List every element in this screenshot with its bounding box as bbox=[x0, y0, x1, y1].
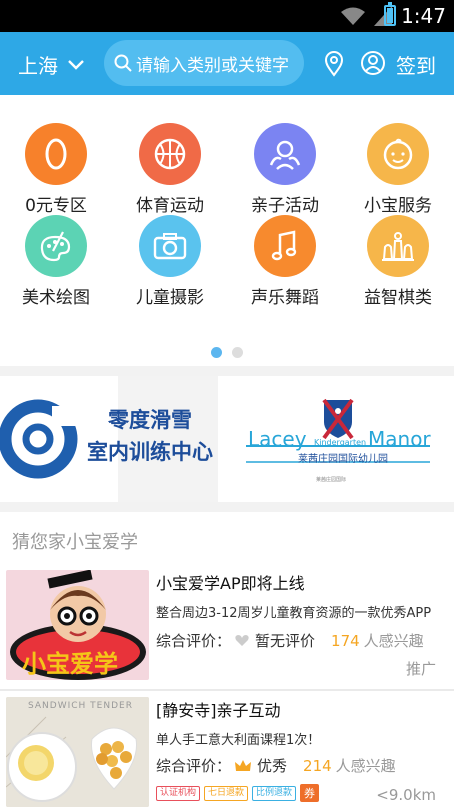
category-label: 美术绘图 bbox=[22, 288, 90, 308]
thumb-caption: SANDWICH TENDER bbox=[28, 701, 133, 711]
city-selector[interactable]: 上海 bbox=[18, 50, 84, 79]
banner-sub: 莱茜庄园国际幼儿园 bbox=[298, 454, 388, 465]
palette-icon bbox=[25, 215, 87, 277]
badge-row: 认证机构 七日退款 比例退款 券 bbox=[156, 784, 320, 802]
list-item[interactable]: 小宝爱学 小宝爱学AP即将上线 整合周边3-12周岁儿童教育资源的一款优秀APP… bbox=[0, 560, 454, 688]
basketball-icon bbox=[139, 123, 201, 185]
coupon-badge: 券 bbox=[300, 784, 320, 802]
rating-label: 综合评价： bbox=[156, 757, 232, 775]
category-label: 0元专区 bbox=[25, 196, 87, 216]
family-icon bbox=[254, 123, 316, 185]
location-pin-icon[interactable] bbox=[324, 51, 344, 77]
section-title: 猜您家小宝爱学 bbox=[12, 532, 138, 553]
interest-text: 人感兴趣 bbox=[363, 632, 424, 650]
battery-icon bbox=[384, 2, 396, 26]
category-label: 声乐舞蹈 bbox=[251, 288, 319, 308]
category-label: 小宝服务 bbox=[364, 196, 432, 216]
chess-icon bbox=[367, 215, 429, 277]
promo-banner[interactable]: 零度滑雪 室内训练中心 Lacey Kindergarten Manor 莱茜庄… bbox=[0, 376, 454, 502]
banner-brand-left: Lacey bbox=[248, 427, 307, 451]
category-label: 益智棋类 bbox=[364, 288, 432, 308]
item-rating: 综合评价： 优秀 214 人感兴趣 bbox=[156, 755, 396, 776]
item-desc: 整合周边3-12周岁儿童教育资源的一款优秀APP bbox=[156, 606, 432, 621]
item-thumbnail: 小宝爱学 bbox=[6, 570, 149, 680]
zero-icon bbox=[25, 123, 87, 185]
category-family[interactable]: 亲子活动 bbox=[235, 123, 335, 216]
page-dot[interactable] bbox=[232, 347, 243, 358]
ad-tag: 推广 bbox=[405, 660, 436, 678]
signin-button[interactable]: 签到 bbox=[396, 50, 436, 79]
item-distance: <9.0km bbox=[376, 786, 436, 804]
baby-face-icon bbox=[367, 123, 429, 185]
category-baby-service[interactable]: 小宝服务 bbox=[348, 123, 448, 216]
banner-ski-line2: 室内训练中心 bbox=[87, 439, 213, 464]
rating-grade: 暂无评价 bbox=[255, 632, 316, 650]
interest-text: 人感兴趣 bbox=[335, 757, 396, 775]
search-input[interactable]: 请输入类别或关键字 bbox=[104, 40, 304, 86]
search-placeholder: 请输入类别或关键字 bbox=[136, 55, 289, 76]
category-label: 体育运动 bbox=[136, 196, 204, 216]
category-sports[interactable]: 体育运动 bbox=[120, 123, 220, 216]
category-photo[interactable]: 儿童摄影 bbox=[120, 215, 220, 308]
clock: 1:47 bbox=[401, 4, 446, 28]
category-chess[interactable]: 益智棋类 bbox=[348, 215, 448, 308]
category-label: 儿童摄影 bbox=[136, 288, 204, 308]
wifi-icon bbox=[341, 7, 365, 25]
recommend-section: 猜您家小宝爱学 小宝爱学 小宝爱学AP即将上线 整合周边3-12周岁儿童教育资源… bbox=[0, 512, 454, 808]
badge-7day-refund: 七日退款 bbox=[204, 785, 249, 801]
city-label: 上海 bbox=[18, 54, 58, 78]
category-zero[interactable]: 0元专区 bbox=[6, 123, 106, 216]
badge-certified: 认证机构 bbox=[156, 785, 201, 801]
banner-small: 莱茜庄园国际 bbox=[316, 477, 347, 483]
banner-brand-right: Manor bbox=[368, 427, 431, 451]
item-rating: 综合评价： 暂无评价 174 人感兴趣 bbox=[156, 630, 424, 651]
item-desc: 单人手工意大利面课程1次！ bbox=[156, 733, 321, 748]
banner-ski[interactable]: 零度滑雪 室内训练中心 bbox=[0, 376, 218, 502]
list-item[interactable]: SANDWICH TENDER [静安寺]亲子互动 单人手工意大利面课程1次！ … bbox=[0, 691, 454, 808]
page-indicator bbox=[0, 347, 454, 358]
interest-count: 174 bbox=[331, 631, 360, 650]
search-icon bbox=[114, 54, 132, 72]
thumb-caption: 小宝爱学 bbox=[22, 650, 118, 678]
banner-kindergarten[interactable]: Lacey Kindergarten Manor 莱茜庄园国际幼儿园 莱茜庄园国… bbox=[218, 376, 454, 502]
status-bar: 1:47 bbox=[0, 0, 454, 32]
music-note-icon bbox=[254, 215, 316, 277]
rating-label: 综合评价： bbox=[156, 632, 232, 650]
heart-icon bbox=[235, 635, 249, 646]
item-title: 小宝爱学AP即将上线 bbox=[156, 574, 305, 593]
item-thumbnail: SANDWICH TENDER bbox=[6, 697, 149, 807]
chevron-down-icon bbox=[68, 59, 84, 70]
category-music[interactable]: 声乐舞蹈 bbox=[235, 215, 335, 308]
category-label: 亲子活动 bbox=[251, 196, 319, 216]
badge-ratio-refund: 比例退款 bbox=[252, 785, 297, 801]
banner-ski-line1: 零度滑雪 bbox=[108, 407, 192, 432]
page-dot-active[interactable] bbox=[211, 347, 222, 358]
category-grid: 0元专区 体育运动 亲子活动 小宝服务 美术绘图 儿童摄影 声乐舞蹈 益智棋类 bbox=[0, 95, 454, 366]
item-title: [静安寺]亲子互动 bbox=[156, 701, 281, 720]
interest-count: 214 bbox=[303, 756, 332, 775]
top-bar: 上海 请输入类别或关键字 签到 bbox=[0, 32, 454, 95]
user-icon[interactable] bbox=[360, 49, 386, 77]
category-art[interactable]: 美术绘图 bbox=[6, 215, 106, 308]
rating-grade: 优秀 bbox=[257, 757, 288, 775]
camera-icon bbox=[139, 215, 201, 277]
banner-brand-mid: Kindergarten bbox=[314, 438, 367, 447]
crown-icon bbox=[235, 760, 252, 771]
